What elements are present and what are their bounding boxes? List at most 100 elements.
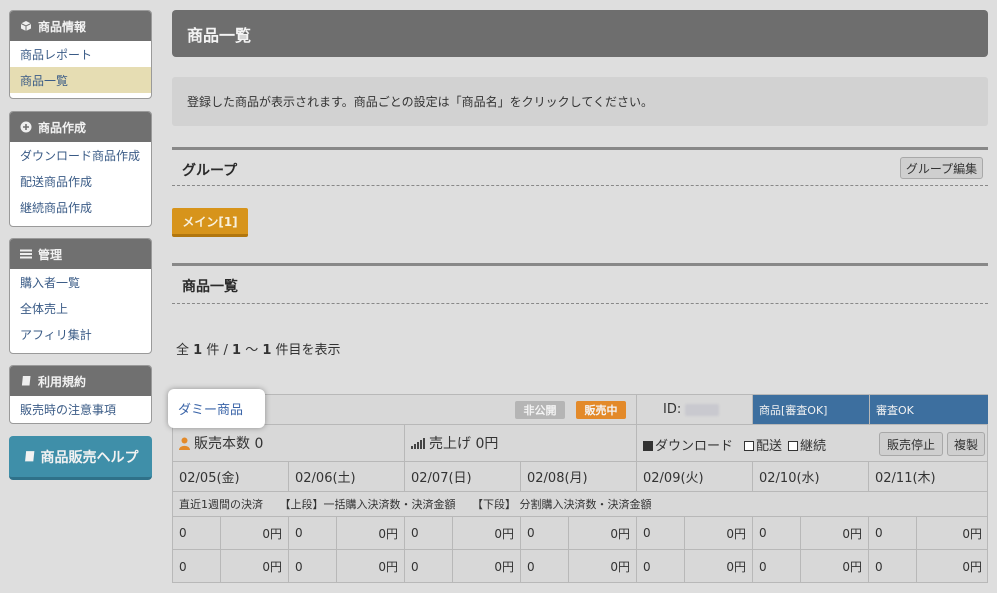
payment-amount: 0円	[917, 517, 988, 550]
badge-private: 非公開	[515, 401, 565, 419]
payment-amount: 0円	[221, 550, 289, 583]
checkbox-shipping	[744, 441, 754, 451]
product-id-cell: ID:	[637, 395, 753, 425]
info-message: 登録した商品が表示されます。商品ごとの設定は「商品名」をクリックしてください。	[172, 77, 988, 126]
count-from: 1	[232, 343, 242, 358]
sidebar-item-product-report[interactable]: 商品レポート	[10, 41, 151, 67]
type-shipping-label: 配送	[756, 439, 783, 454]
type-download: ダウンロード	[643, 435, 733, 454]
group-edit-button[interactable]: グループ編集	[900, 157, 983, 179]
product-table: 非公開 販売中 ID: 商品[審査OK] 審査OK 販売本数 0 売上げ 0円 …	[172, 394, 988, 583]
result-count: 全 1 件 / 1 ～ 1 件目を表示	[176, 339, 341, 358]
payment-count: 0	[521, 517, 569, 550]
product-name-link[interactable]: ダミー商品	[168, 389, 265, 428]
user-icon	[179, 437, 190, 450]
payment-amount: 0円	[453, 550, 521, 583]
sidebar-panel-terms: 利用規約 販売時の注意事項	[9, 365, 152, 424]
sidebar-item-download-create[interactable]: ダウンロード商品作成	[10, 142, 151, 168]
payment-count: 0	[869, 517, 917, 550]
product-id-label: ID:	[663, 402, 682, 417]
payment-amount: 0円	[962, 560, 982, 574]
review-status: 審査OK	[870, 395, 988, 425]
revenue: 売上げ 0円	[429, 436, 499, 452]
sidebar-item-label: 販売時の注意事項	[20, 402, 117, 417]
count-tilde: ～	[245, 343, 259, 358]
payment-amount: 0円	[801, 517, 869, 550]
group-section-title: グループ	[182, 163, 238, 179]
group-tag-main[interactable]: メイン[1]	[172, 208, 248, 237]
product-type-cell: ダウンロード 配送 継続 販売停止 複製	[637, 425, 988, 462]
payment-count: 0	[289, 517, 337, 550]
payment-count: 0	[405, 517, 453, 550]
payment-amount: 0円	[685, 550, 753, 583]
product-review-status: 商品[審査OK]	[753, 395, 870, 425]
cube-icon	[20, 20, 32, 32]
sidebar-item-sales-notes[interactable]: 販売時の注意事項	[10, 396, 151, 422]
section-divider	[172, 147, 988, 150]
section-divider	[172, 263, 988, 266]
copy-button[interactable]: 複製	[947, 432, 985, 456]
checkbox-download	[643, 441, 653, 451]
stop-sales-button[interactable]: 販売停止	[879, 432, 943, 456]
revenue-cell: 売上げ 0円	[405, 425, 637, 462]
help-button[interactable]: 商品販売ヘルプ	[9, 436, 152, 480]
sidebar-panel-product-info: 商品情報 商品レポート 商品一覧	[9, 10, 152, 99]
help-button-label: 商品販売ヘルプ	[40, 449, 139, 466]
plus-circle-icon	[20, 121, 32, 133]
sidebar-item-label: 配送商品作成	[20, 174, 93, 189]
payment-amount: 0円	[337, 550, 405, 583]
sidebar-item-label: 商品一覧	[20, 73, 69, 88]
product-name[interactable]: ダミー商品	[178, 399, 243, 418]
sidebar-item-label: 購入者一覧	[20, 275, 81, 290]
list-icon	[20, 248, 32, 260]
payment-count: 0	[289, 550, 337, 583]
payment-count: 0	[753, 517, 801, 550]
payment-amount: 0円	[569, 517, 637, 550]
sidebar-panel-product-create: 商品作成 ダウンロード商品作成 配送商品作成 継続商品作成	[9, 111, 152, 227]
signal-icon	[411, 437, 425, 449]
count-suffix: 件目を表示	[275, 343, 341, 358]
sidebar-item-label: ダウンロード商品作成	[20, 148, 141, 163]
sidebar-item-affiliate-summary[interactable]: アフィリ集計	[10, 321, 151, 347]
sidebar-header-label: 利用規約	[38, 374, 87, 389]
type-download-label: ダウンロード	[655, 439, 734, 454]
sidebar-item-label: アフィリ集計	[20, 327, 92, 342]
payment-count: 0	[637, 517, 685, 550]
date-cell: 02/11(木)	[869, 462, 988, 492]
date-cell: 02/08(月)	[521, 462, 637, 492]
sidebar-item-label: 継続商品作成	[20, 200, 93, 215]
sidebar-header-product-create: 商品作成	[10, 112, 151, 142]
payment-amount: 0円	[801, 550, 869, 583]
sidebar-header-terms: 利用規約	[10, 366, 151, 396]
sales-count: 販売本数 0	[194, 436, 264, 452]
date-cell: 02/06(土)	[289, 462, 405, 492]
date-cell: 02/10(水)	[753, 462, 869, 492]
sidebar-header-product-info: 商品情報	[10, 11, 151, 41]
payment-amount: 0円	[337, 517, 405, 550]
badge-selling: 販売中	[576, 401, 626, 419]
section-dashed-line	[172, 303, 988, 304]
checkbox-subscription	[788, 441, 798, 451]
type-subscription-label: 継続	[800, 439, 827, 454]
sidebar-item-shipping-create[interactable]: 配送商品作成	[10, 168, 151, 194]
sidebar-item-total-sales[interactable]: 全体売上	[10, 295, 151, 321]
count-mid: 件 /	[206, 343, 228, 358]
type-subscription: 継続	[788, 435, 826, 454]
sidebar-item-label: 全体売上	[20, 301, 69, 316]
sidebar-header-label: 商品作成	[38, 120, 87, 135]
book-icon	[23, 450, 36, 463]
sidebar-item-subscription-create[interactable]: 継続商品作成	[10, 194, 151, 220]
sidebar-item-buyer-list[interactable]: 購入者一覧	[10, 269, 151, 295]
sidebar-header-label: 管理	[38, 247, 63, 262]
date-cell: 02/05(金)	[173, 462, 289, 492]
date-cell: 02/09(火)	[637, 462, 753, 492]
payment-count: 0	[173, 517, 221, 550]
product-id-redacted	[685, 404, 719, 416]
sidebar-item-product-list[interactable]: 商品一覧	[10, 67, 151, 93]
payment-count: 0	[753, 550, 801, 583]
payment-amount: 0円	[685, 517, 753, 550]
sidebar-panel-management: 管理 購入者一覧 全体売上 アフィリ集計	[9, 238, 152, 354]
book-icon	[20, 375, 32, 387]
sidebar-header-management: 管理	[10, 239, 151, 269]
section-dashed-line	[172, 185, 988, 186]
